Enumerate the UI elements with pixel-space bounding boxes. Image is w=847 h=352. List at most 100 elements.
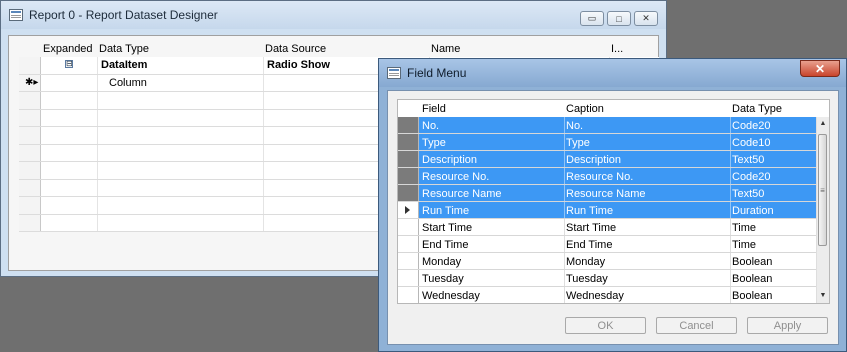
row-selector[interactable] [398, 287, 419, 303]
data-type-cell[interactable]: Code20 [732, 120, 771, 132]
data-type-cell[interactable]: Time [732, 222, 756, 234]
row-selector[interactable] [398, 168, 419, 184]
row-selector[interactable] [19, 127, 41, 144]
field-cell[interactable]: Resource No. [422, 171, 489, 183]
table-row[interactable]: Resource No. Resource No. Code20 [398, 168, 819, 185]
table-row[interactable]: Description Description Text50 [398, 151, 819, 168]
column-divider [97, 92, 98, 109]
field-cell[interactable]: Description [422, 154, 477, 166]
collapse-icon[interactable]: ⊟ [65, 60, 73, 68]
field-cell[interactable]: Wednesday [422, 290, 480, 302]
cancel-button[interactable]: Cancel [656, 317, 737, 334]
table-row[interactable]: Tuesday Tuesday Boolean [398, 270, 819, 287]
caption-cell[interactable]: Run Time [566, 205, 613, 217]
caption-cell[interactable]: Wednesday [566, 290, 624, 302]
field-cell[interactable]: Resource Name [422, 188, 501, 200]
caption-cell[interactable]: Resource Name [566, 188, 645, 200]
row-selector[interactable] [398, 219, 419, 235]
table-row[interactable]: Wednesday Wednesday Boolean [398, 287, 819, 303]
maximize-button[interactable]: □ [607, 11, 631, 26]
row-selector[interactable] [398, 236, 419, 252]
column-divider [564, 151, 565, 167]
col-field[interactable]: Field [422, 103, 446, 115]
col-caption[interactable]: Caption [566, 103, 604, 115]
row-selector[interactable] [19, 162, 41, 179]
column-divider [564, 219, 565, 235]
field-cell[interactable]: Tuesday [422, 273, 464, 285]
caption-cell[interactable]: End Time [566, 239, 612, 251]
minimize-button[interactable]: ▭ [580, 11, 604, 26]
col-data-type[interactable]: Data Type [732, 103, 782, 115]
data-type-cell[interactable]: Boolean [732, 290, 772, 302]
data-type-cell[interactable]: Time [732, 239, 756, 251]
col-name[interactable]: Name [431, 43, 460, 55]
caption-cell[interactable]: Monday [566, 256, 605, 268]
row-selector[interactable] [398, 270, 419, 286]
table-row[interactable]: End Time End Time Time [398, 236, 819, 253]
table-row[interactable]: Start Time Start Time Time [398, 219, 819, 236]
caption-cell[interactable]: Start Time [566, 222, 616, 234]
column-divider [730, 134, 731, 150]
row-selector[interactable] [398, 253, 419, 269]
caption-cell[interactable]: Tuesday [566, 273, 608, 285]
data-type-cell[interactable]: Code10 [732, 137, 771, 149]
field-menu-window[interactable]: Field Menu ✕ Field Caption Data Type No.… [378, 58, 847, 352]
row-selector[interactable] [19, 109, 41, 126]
current-row-arrow-icon[interactable] [398, 202, 419, 218]
row-selector[interactable] [19, 57, 41, 74]
caption-cell[interactable]: Description [566, 154, 621, 166]
field-cell[interactable]: Type [422, 137, 446, 149]
col-i[interactable]: I... [611, 43, 623, 55]
vertical-scrollbar[interactable]: ▲ ≡ ▼ [816, 117, 829, 303]
table-row[interactable]: Resource Name Resource Name Text50 [398, 185, 819, 202]
row-selector[interactable] [398, 117, 419, 133]
col-data-type[interactable]: Data Type [99, 43, 149, 55]
data-type-cell[interactable]: Text50 [732, 154, 764, 166]
row-selector[interactable] [19, 197, 41, 214]
data-type-cell[interactable]: Boolean [732, 256, 772, 268]
data-type-cell[interactable]: Boolean [732, 273, 772, 285]
data-type-cell[interactable]: Column [109, 77, 147, 89]
data-type-cell[interactable]: Code20 [732, 171, 771, 183]
col-expanded[interactable]: Expanded [43, 43, 93, 55]
scroll-down-arrow-icon[interactable]: ▼ [817, 289, 829, 303]
table-row[interactable]: Run Time Run Time Duration [398, 202, 819, 219]
scroll-up-arrow-icon[interactable]: ▲ [817, 117, 829, 131]
close-button[interactable]: ✕ [634, 11, 658, 26]
field-menu-title-bar[interactable]: Field Menu ✕ [379, 59, 846, 87]
data-source-cell[interactable]: Radio Show [267, 59, 330, 71]
caption-cell[interactable]: Resource No. [566, 171, 633, 183]
apply-button[interactable]: Apply [747, 317, 828, 334]
row-selector[interactable] [19, 179, 41, 196]
table-row[interactable]: Monday Monday Boolean [398, 253, 819, 270]
caption-cell[interactable]: Type [566, 137, 590, 149]
row-cells: Type Type Code10 [419, 134, 819, 150]
caption-cell[interactable]: No. [566, 120, 583, 132]
field-cell[interactable]: Run Time [422, 205, 469, 217]
table-row[interactable]: No. No. Code20 [398, 117, 819, 134]
row-selector[interactable]: ✱▸ [19, 74, 41, 91]
data-type-cell[interactable]: Duration [732, 205, 774, 217]
field-cell[interactable]: End Time [422, 239, 468, 251]
row-selector[interactable] [19, 214, 41, 231]
column-divider [730, 151, 731, 167]
designer-title-bar[interactable]: Report 0 - Report Dataset Designer ▭ □ ✕ [1, 1, 666, 29]
table-row[interactable]: Type Type Code10 [398, 134, 819, 151]
ok-button[interactable]: OK [565, 317, 646, 334]
row-selector[interactable] [398, 151, 419, 167]
row-selector[interactable] [398, 134, 419, 150]
row-selector[interactable] [398, 185, 419, 201]
field-cell[interactable]: Start Time [422, 222, 472, 234]
data-type-cell[interactable]: Text50 [732, 188, 764, 200]
scroll-thumb[interactable]: ≡ [818, 134, 827, 246]
close-button[interactable]: ✕ [800, 60, 840, 77]
row-cells: Start Time Start Time Time [419, 219, 819, 235]
data-type-cell[interactable]: DataItem [101, 59, 147, 71]
row-selector[interactable] [19, 92, 41, 109]
dataset-grid-header: Expanded Data Type Data Source Name I... [19, 42, 659, 57]
row-selector[interactable] [19, 144, 41, 161]
field-cell[interactable]: No. [422, 120, 439, 132]
app-icon [9, 9, 23, 21]
field-cell[interactable]: Monday [422, 256, 461, 268]
col-data-source[interactable]: Data Source [265, 43, 326, 55]
